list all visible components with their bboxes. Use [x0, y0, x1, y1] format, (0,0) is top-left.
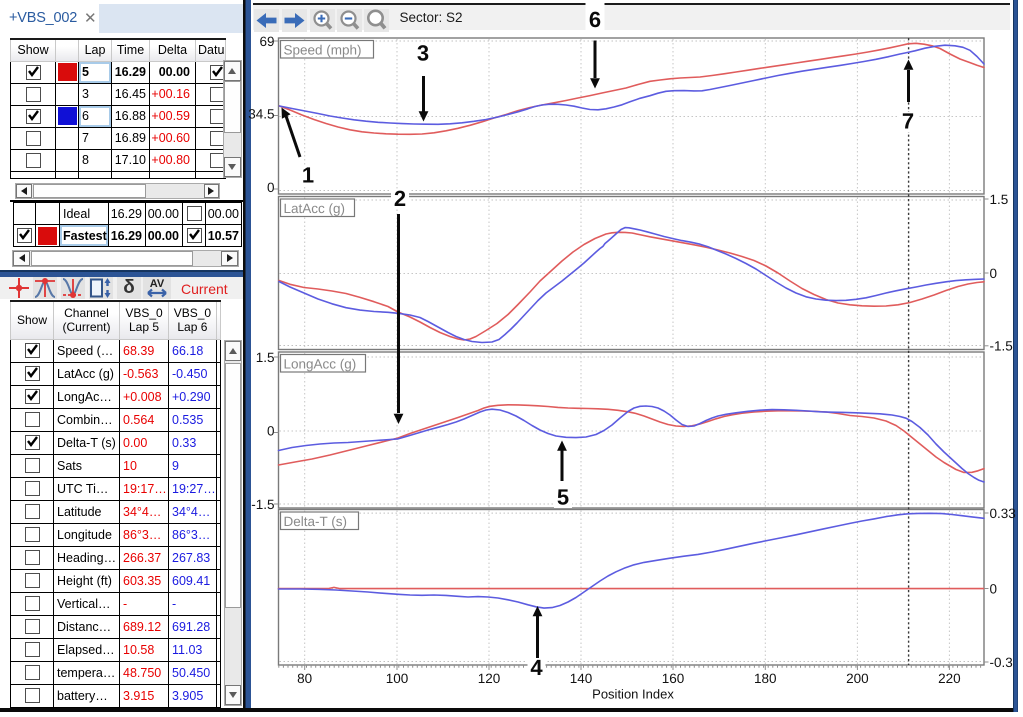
svg-text:LatAcc (g): LatAcc (g)	[284, 201, 346, 216]
svg-text:1.5: 1.5	[256, 350, 275, 365]
svg-text:100: 100	[386, 671, 409, 686]
svg-text:-1.5: -1.5	[990, 339, 1013, 354]
svg-text:0: 0	[990, 266, 998, 281]
svg-text:Position Index: Position Index	[592, 687, 674, 702]
svg-text:0: 0	[990, 581, 998, 596]
svg-text:80: 80	[297, 671, 312, 686]
svg-text:4: 4	[530, 655, 543, 680]
svg-text:-1.5: -1.5	[251, 497, 274, 512]
svg-text:0: 0	[267, 423, 275, 438]
svg-text:0: 0	[267, 180, 275, 195]
svg-text:34.5: 34.5	[248, 106, 274, 121]
svg-text:Delta-T (s): Delta-T (s)	[284, 514, 348, 529]
svg-text:180: 180	[754, 671, 777, 686]
svg-text:AV: AV	[150, 278, 165, 290]
svg-text:2: 2	[394, 186, 406, 211]
svg-text:3: 3	[417, 41, 429, 66]
svg-text:120: 120	[478, 671, 501, 686]
svg-text:220: 220	[938, 671, 961, 686]
svg-text:140: 140	[570, 671, 593, 686]
svg-text:1: 1	[302, 163, 314, 188]
svg-text:5: 5	[557, 485, 569, 510]
svg-text:200: 200	[846, 671, 869, 686]
svg-text:LongAcc (g): LongAcc (g)	[284, 357, 357, 372]
svg-text:160: 160	[662, 671, 685, 686]
svg-text:-0.3: -0.3	[990, 655, 1013, 670]
svg-text:69: 69	[259, 34, 274, 49]
svg-text:Speed (mph): Speed (mph)	[284, 43, 362, 58]
svg-text:7: 7	[902, 109, 914, 134]
svg-text:1.5: 1.5	[990, 192, 1009, 207]
